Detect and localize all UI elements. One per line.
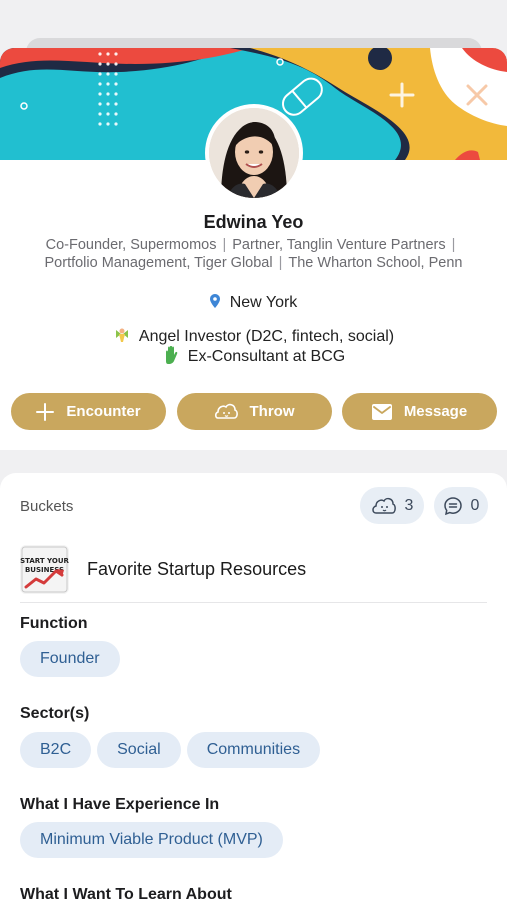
envelope-icon — [371, 403, 392, 420]
throws-count: 3 — [404, 496, 414, 514]
profile-location: New York — [0, 294, 507, 312]
headline-role-2: Partner, Tanglin Venture Partners — [232, 237, 446, 253]
comment-bubble-icon — [443, 496, 462, 515]
raised-hand-emoji-icon — [165, 346, 178, 364]
profile-name: Edwina Yeo — [203, 212, 304, 232]
headline-school: The Wharton School, Penn — [288, 255, 463, 271]
plus-icon — [36, 402, 55, 421]
throw-blob-icon — [214, 403, 238, 419]
function-chips: Founder — [20, 641, 120, 677]
throw-button[interactable]: Throw — [176, 393, 332, 430]
profile-bio: Angel Investor (D2C, fintech, social) Ex… — [0, 326, 507, 366]
avatar[interactable] — [209, 108, 299, 198]
profile-headline: Co-Founder, Supermomos | Partner, Tanglin … — [44, 237, 463, 271]
experience-section-title: What I Have Experience In — [20, 796, 220, 813]
headline-role-1: Co-Founder, Supermomos — [45, 237, 217, 253]
bucket-thumbnail: START YOUR BUSINESS — [20, 545, 69, 594]
function-chip[interactable]: Founder — [20, 641, 120, 677]
comments-count-pill[interactable]: 0 — [434, 487, 488, 524]
sector-chips: B2C Social Communities — [20, 732, 321, 768]
throw-button-label: Throw — [249, 403, 295, 420]
learn-section-title: What I Want To Learn About — [20, 886, 232, 900]
sector-chip[interactable]: Communities — [186, 732, 321, 768]
location-pin-icon — [209, 294, 220, 308]
comments-count: 0 — [470, 496, 480, 514]
buckets-label: Buckets — [20, 498, 74, 515]
sector-chip[interactable]: B2C — [20, 732, 92, 768]
details-card: Buckets 3 0 START YOUR BUSINESS Favorite… — [0, 473, 507, 900]
message-button[interactable]: Message — [342, 393, 497, 430]
avatar-frame[interactable] — [205, 104, 303, 202]
experience-chip[interactable]: Minimum Viable Product (MVP) — [20, 822, 283, 858]
bucket-item[interactable]: START YOUR BUSINESS Favorite Startup Res… — [20, 545, 487, 603]
profile-card: Edwina Yeo Co-Founder, Supermomos | Partne… — [0, 48, 507, 450]
encounter-button[interactable]: Encounter — [11, 393, 166, 430]
headline-role-3: Portfolio Management, Tiger Global — [44, 255, 273, 271]
throws-count-pill[interactable]: 3 — [360, 487, 424, 524]
message-button-label: Message — [403, 403, 468, 420]
throw-blob-icon — [371, 497, 396, 514]
profile-actions: Encounter Throw Message — [11, 393, 497, 430]
sectors-section-title: Sector(s) — [20, 705, 90, 722]
bio-line-1: Angel Investor (D2C, fintech, social) — [138, 328, 395, 345]
experience-chips: Minimum Viable Product (MVP) — [20, 822, 283, 858]
encounter-button-label: Encounter — [66, 403, 141, 420]
svg-text:START YOUR: START YOUR — [20, 557, 69, 565]
bucket-title: Favorite Startup Resources — [87, 559, 307, 579]
location-text: New York — [229, 294, 298, 311]
fairy-emoji-icon — [115, 328, 128, 342]
bio-line-2: Ex-Consultant at BCG — [187, 348, 346, 365]
sector-chip[interactable]: Social — [97, 732, 181, 768]
function-section-title: Function — [20, 615, 88, 632]
